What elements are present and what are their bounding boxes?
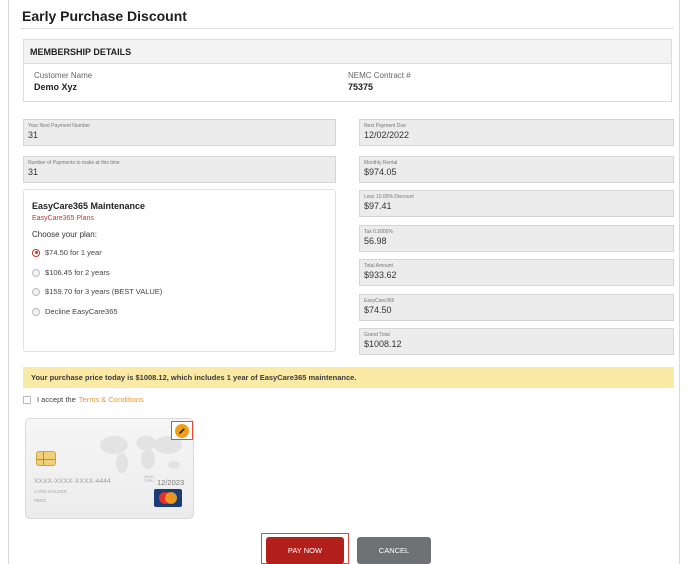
- cancel-button[interactable]: CANCEL: [357, 537, 431, 564]
- radio-icon[interactable]: [32, 268, 40, 277]
- radio-icon[interactable]: [32, 287, 40, 296]
- field-label: EasyCare365: [364, 298, 395, 304]
- plan-option-label: Decline EasyCare365: [45, 307, 118, 316]
- field-value: $933.62: [364, 270, 397, 280]
- plan-option-3-years[interactable]: $159.70 for 3 years (BEST VALUE): [32, 287, 162, 296]
- total-amount-field[interactable]: Total Amount $933.62: [359, 259, 674, 286]
- pay-now-button[interactable]: PAY NOW: [266, 537, 344, 564]
- field-value: 56.98: [364, 236, 387, 246]
- terms-link[interactable]: Terms & Conditions: [79, 395, 144, 404]
- tax-field[interactable]: Tax 6.5000% 56.98: [359, 225, 674, 252]
- payments-count-field[interactable]: Number of Payments to make at this time …: [23, 156, 336, 183]
- terms-checkbox[interactable]: [23, 395, 31, 404]
- pencil-icon: [175, 423, 189, 438]
- field-label: Less 10.00% Discount: [364, 194, 414, 200]
- radio-selected-icon[interactable]: [32, 248, 40, 257]
- field-label: Grand Total: [364, 332, 390, 338]
- contract-number-label: NEMC Contract #: [348, 71, 411, 80]
- field-value: $1008.12: [364, 339, 402, 349]
- contract-number-value: 75375: [348, 82, 374, 92]
- field-label: Your Next Payment Number: [28, 123, 91, 129]
- card-holder-name: nemc: [34, 498, 47, 504]
- thru-label: THRU: [144, 479, 154, 483]
- membership-details-panel: MEMBERSHIP DETAILS Customer Name Demo Xy…: [23, 39, 672, 102]
- plan-subtitle: EasyCare365 Plans: [32, 215, 94, 222]
- radio-icon[interactable]: [32, 307, 40, 316]
- purchase-price-notice: Your purchase price today is $1008.12, w…: [23, 367, 674, 388]
- edit-card-button[interactable]: [171, 421, 193, 440]
- valid-thru-label: VALID THRU: [144, 475, 154, 483]
- easycare-amount-field[interactable]: EasyCare365 $74.50: [359, 294, 674, 321]
- next-payment-number-field[interactable]: Your Next Payment Number 31: [23, 119, 336, 146]
- terms-prefix: I accept the: [37, 395, 76, 404]
- field-label: Next Payment Due: [364, 123, 406, 129]
- terms-acceptance[interactable]: I accept the Terms & Conditions: [23, 395, 144, 404]
- field-value: 31: [28, 167, 39, 177]
- plan-option-label: $159.70 for 3 years (BEST VALUE): [45, 287, 163, 296]
- next-payment-due-field[interactable]: Next Payment Due 12/02/2022: [359, 119, 674, 146]
- card-holder-label: CARD HOLDER: [34, 489, 67, 494]
- field-value: 12/02/2022: [364, 130, 410, 140]
- choose-plan-label: Choose your plan:: [32, 230, 97, 239]
- title-divider: [20, 28, 674, 29]
- plan-option-1-year[interactable]: $74.50 for 1 year: [32, 248, 102, 257]
- plan-option-decline[interactable]: Decline EasyCare365: [32, 307, 118, 316]
- field-value: $97.41: [364, 201, 392, 211]
- field-value: $74.50: [364, 305, 392, 315]
- card-number: XXXX-XXXX-XXXX-4444: [34, 478, 111, 485]
- field-label: Total Amount: [364, 263, 393, 269]
- plan-option-label: $106.45 for 2 years: [45, 268, 110, 277]
- plan-option-2-years[interactable]: $106.45 for 2 years: [32, 268, 110, 277]
- field-value: 31: [28, 130, 39, 140]
- field-label: Number of Payments to make at this time: [28, 160, 120, 166]
- card-expiry: 12/2023: [157, 478, 185, 487]
- page-title: Early Purchase Discount: [22, 8, 187, 24]
- field-label: Tax 6.5000%: [364, 229, 393, 235]
- saved-payment-card[interactable]: XXXX-XXXX-XXXX-4444 CARD HOLDER nemc VAL…: [25, 418, 194, 519]
- discount-field[interactable]: Less 10.00% Discount $97.41: [359, 190, 674, 217]
- field-value: $974.05: [364, 167, 397, 177]
- plan-title: EasyCare365 Maintenance: [32, 201, 146, 211]
- field-label: Monthly Rental: [364, 160, 398, 166]
- mastercard-icon: [154, 489, 182, 507]
- customer-name-value: Demo Xyz: [34, 82, 78, 92]
- membership-heading: MEMBERSHIP DETAILS: [24, 40, 671, 64]
- customer-name-label: Customer Name: [34, 71, 93, 80]
- grand-total-field[interactable]: Grand Total $1008.12: [359, 328, 674, 355]
- monthly-rental-field[interactable]: Monthly Rental $974.05: [359, 156, 674, 183]
- card-chip-icon: [36, 451, 56, 466]
- easycare-plan-panel: EasyCare365 Maintenance EasyCare365 Plan…: [23, 189, 336, 352]
- plan-option-label: $74.50 for 1 year: [45, 248, 102, 257]
